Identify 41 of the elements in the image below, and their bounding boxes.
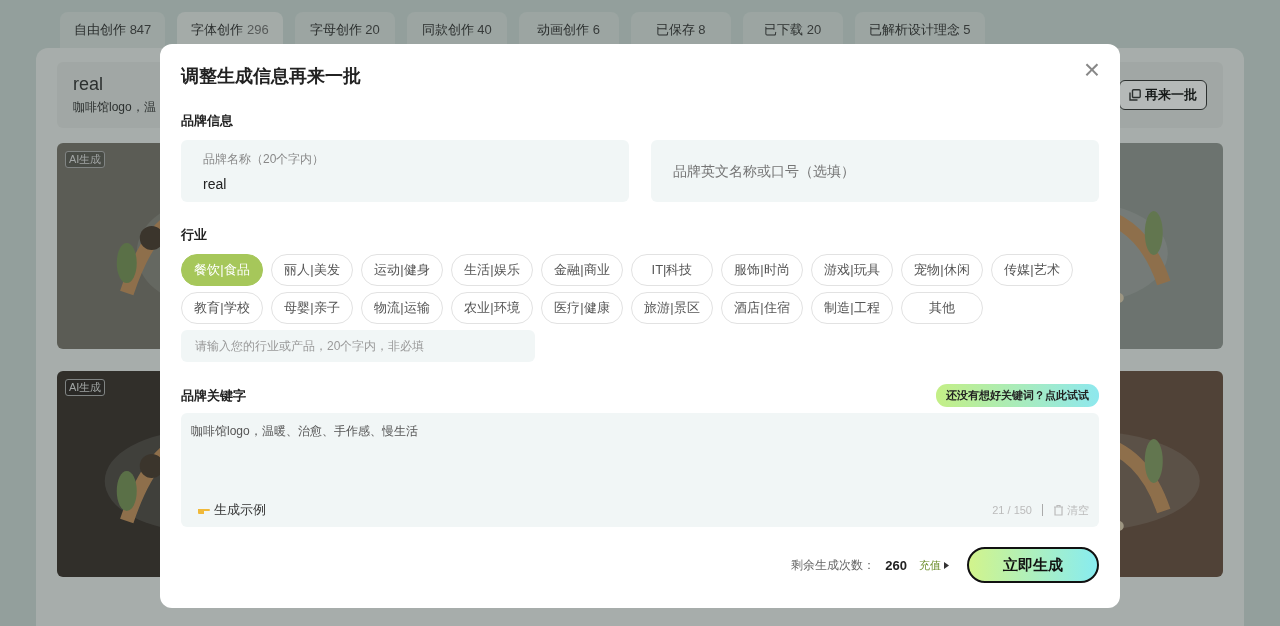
section-label: 品牌信息	[181, 112, 234, 130]
industry-chip[interactable]: 生活|娱乐	[451, 254, 533, 286]
industry-chip[interactable]: 宠物|休闲	[901, 254, 983, 286]
industry-chip[interactable]: 游戏|玩具	[811, 254, 893, 286]
industry-chip[interactable]: 母婴|亲子	[271, 292, 353, 324]
caret-icon	[944, 561, 949, 569]
industry-chip[interactable]: 医疗|健康	[541, 292, 623, 324]
industry-chip[interactable]: 运动|健身	[361, 254, 443, 286]
industry-chip[interactable]: 金融|商业	[541, 254, 623, 286]
keyword-suggest-button[interactable]: 还没有想好关键词？点此试试	[936, 384, 1099, 407]
industry-chip[interactable]: 传媒|艺术	[991, 254, 1073, 286]
brand-name-field[interactable]: 品牌名称（20个字内） real	[181, 140, 629, 202]
industry-chip[interactable]: 其他	[901, 292, 983, 324]
keywords-field[interactable]: 咖啡馆logo，温暖、治愈、手作感、慢生活	[191, 423, 1089, 501]
slogan-field[interactable]: 品牌英文名称或口号（选填）	[651, 140, 1099, 202]
industry-chip[interactable]: 农业|环境	[451, 292, 533, 324]
industry-chip[interactable]: 物流|运输	[361, 292, 443, 324]
section-label: 品牌关键字	[181, 386, 246, 405]
batch-subtitle: 咖啡馆logo，温	[73, 99, 156, 116]
industry-chip[interactable]: 丽人|美发	[271, 254, 353, 286]
industry-chip[interactable]: 教育|学校	[181, 292, 263, 324]
industry-chip[interactable]: 酒店|住宿	[721, 292, 803, 324]
industry-chip[interactable]: 制造|工程	[811, 292, 893, 324]
example-button[interactable]: 生成示例	[191, 501, 272, 519]
remaining-count: 260	[885, 557, 907, 573]
industry-chip[interactable]: 旅游|景区	[631, 292, 713, 324]
batch-title: real	[73, 74, 104, 95]
dialog-title: 调整生成信息再来一批	[181, 65, 361, 88]
generate-button[interactable]: 立即生成	[967, 547, 1099, 583]
close-button[interactable]: ×	[1079, 56, 1104, 84]
recharge-link[interactable]: 充值	[919, 557, 949, 573]
section-label: 行业	[181, 226, 208, 244]
copy-icon	[1129, 89, 1141, 101]
remaining-label: 剩余生成次数：	[791, 556, 876, 574]
industry-chip[interactable]: 服饰|时尚	[721, 254, 803, 286]
industry-chip[interactable]: IT|科技	[631, 254, 713, 286]
trash-icon	[1053, 504, 1064, 516]
regenerate-button[interactable]: 再来一批	[1119, 80, 1207, 110]
tab[interactable]: 自由创作 847	[60, 12, 166, 48]
brand-name-input[interactable]: real	[203, 175, 607, 192]
industry-input[interactable]: 请输入您的行业或产品，20个字内，非必填	[181, 330, 535, 362]
